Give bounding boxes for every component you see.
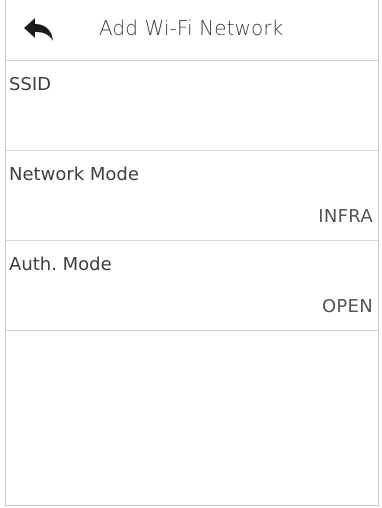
network-mode-field[interactable]: Network Mode INFRA bbox=[6, 151, 378, 241]
page-title: Add Wi-Fi Network bbox=[99, 16, 284, 40]
ssid-label: SSID bbox=[9, 74, 52, 95]
header-bar: Add Wi-Fi Network bbox=[6, 0, 378, 61]
ssid-field[interactable]: SSID bbox=[6, 61, 378, 151]
auth-mode-label: Auth. Mode bbox=[9, 254, 112, 275]
add-wifi-network-screen: Add Wi-Fi Network SSID Network Mode INFR… bbox=[5, 0, 379, 506]
back-arrow-icon bbox=[24, 18, 53, 41]
back-button[interactable] bbox=[22, 17, 56, 43]
network-mode-value: INFRA bbox=[318, 206, 373, 227]
auth-mode-value: OPEN bbox=[321, 296, 373, 317]
network-mode-label: Network Mode bbox=[9, 164, 139, 185]
auth-mode-field[interactable]: Auth. Mode OPEN bbox=[6, 241, 378, 331]
